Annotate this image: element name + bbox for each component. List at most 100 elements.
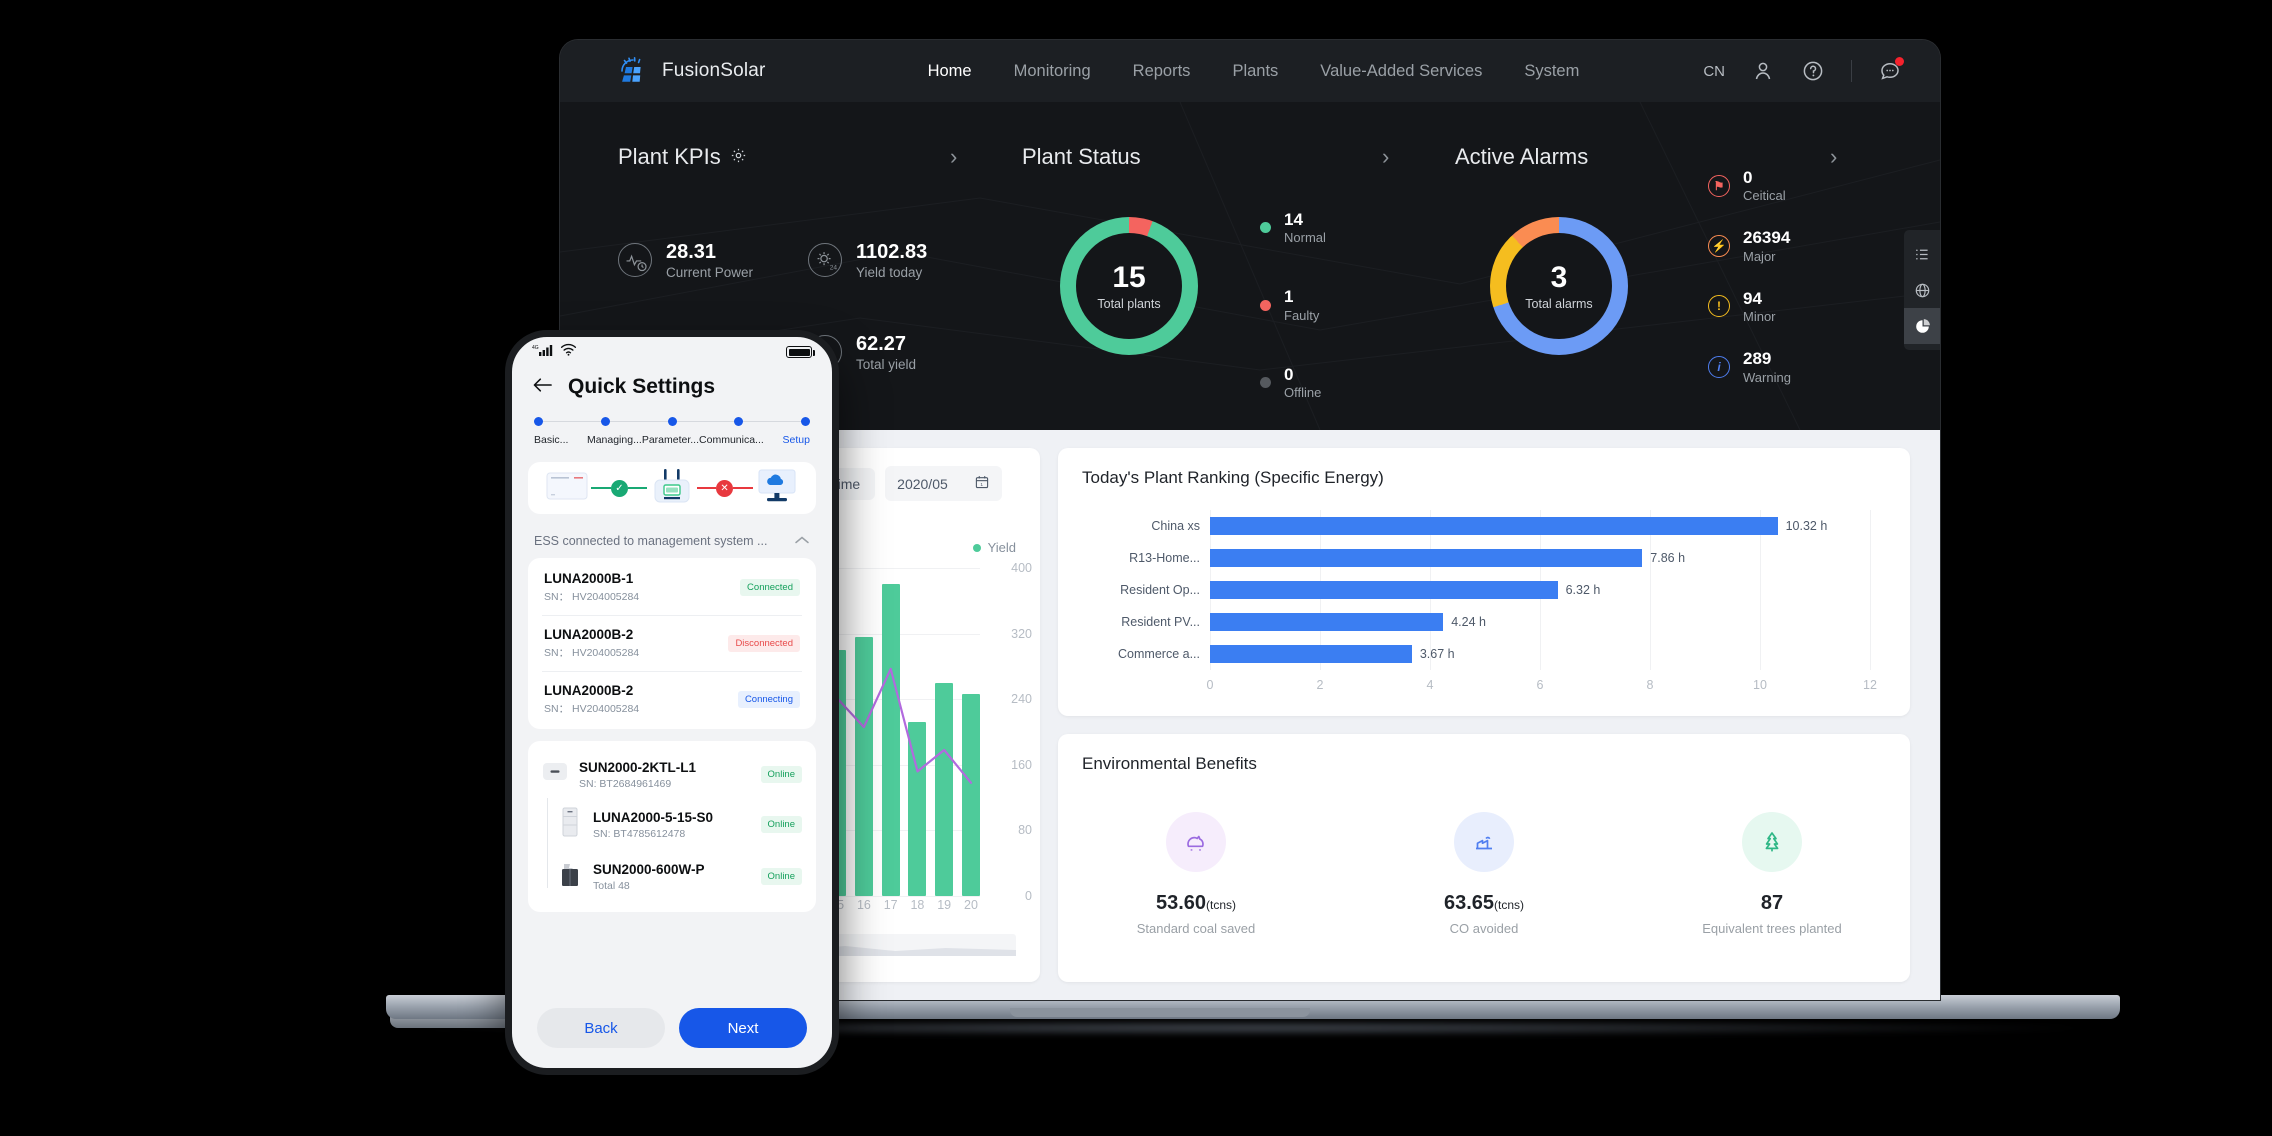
plant-status-more[interactable]: › — [1382, 144, 1389, 170]
list-item[interactable]: SUN2000-2KTL-L1 SN: BT2684961469 Online — [542, 751, 802, 798]
y-axis-tick: 240 — [1011, 692, 1032, 707]
cloud-monitor-icon — [756, 469, 798, 508]
legend-label: Faulty — [1284, 307, 1320, 323]
pie-chart-icon[interactable] — [1904, 308, 1940, 344]
nav-plants[interactable]: Plants — [1230, 58, 1280, 85]
rank-category-label: China xs — [1151, 519, 1200, 533]
rank-category-label: Resident Op... — [1120, 583, 1200, 597]
brand[interactable]: FusionSolar — [616, 54, 766, 88]
rank-category-label: R13-Home... — [1129, 551, 1200, 565]
topology-diagram: ✓ ✕ — [528, 462, 816, 514]
plant-ranking-card: Today's Plant Ranking (Specific Energy) … — [1058, 448, 1910, 716]
legend-item-offline: 0 Offline — [1260, 365, 1326, 400]
back-arrow-icon[interactable] — [532, 376, 554, 399]
nav-home[interactable]: Home — [926, 58, 974, 85]
donut-ring: 3 Total alarms — [1490, 217, 1628, 355]
battery-icon — [786, 346, 815, 358]
y-axis-tick: 400 — [1011, 561, 1032, 575]
env-value: 87 — [1760, 892, 1784, 914]
ess-section-header[interactable]: ESS connected to management system ... — [512, 514, 832, 558]
chevron-up-icon[interactable] — [794, 532, 810, 550]
child-device-list: LUNA2000-5-15-S0 SN: BT4785612478 Online — [542, 798, 802, 902]
sun-24h-icon: 24 — [808, 243, 842, 277]
link-fail: ✕ — [696, 479, 753, 497]
legend-label: Offline — [1284, 385, 1322, 401]
device-sn: SN： HV204005284 — [544, 703, 640, 715]
env-co-avoided: 63.65(tcns) CO avoided — [1399, 812, 1569, 936]
question-circle-icon[interactable] — [1801, 59, 1825, 83]
list-item[interactable]: LUNA2000B-1 SN： HV204005284 Connected — [542, 560, 802, 615]
active-alarms-more[interactable]: › — [1830, 144, 1837, 170]
bar[interactable] — [1210, 581, 1558, 599]
gridline — [1870, 510, 1871, 670]
link-bar — [696, 487, 717, 489]
check-circle-icon: ✓ — [610, 479, 628, 497]
back-button[interactable]: Back — [537, 1008, 665, 1048]
minor-alarm-icon: ! — [1708, 295, 1730, 318]
device-sn: Total 48 — [593, 879, 630, 892]
side-rail — [1904, 230, 1940, 350]
kpi-value: 28.31 — [666, 241, 717, 263]
next-button[interactable]: Next — [679, 1008, 807, 1048]
legend-dot — [1260, 222, 1271, 234]
stepper-track — [534, 417, 810, 426]
device-name: SUN2000-600W-P — [593, 861, 705, 877]
x-axis-tick: 20 — [964, 898, 978, 912]
step-label-parameter: Parameter... — [641, 434, 700, 446]
plant-ranking-title: Today's Plant Ranking (Specific Energy) — [1082, 468, 1384, 487]
stepper-labels: Basic... Managing... Parameter... Commun… — [534, 434, 810, 446]
step-dot-3[interactable] — [667, 417, 677, 426]
bar[interactable] — [1210, 645, 1412, 663]
language-switch[interactable]: CN — [1703, 63, 1725, 80]
step-label-setup: Setup — [782, 434, 810, 446]
app-top-bar: FusionSolar Home Monitoring Reports Plan… — [560, 40, 1940, 102]
user-icon[interactable] — [1751, 59, 1775, 83]
date-picker[interactable]: 2020/05 1 — [885, 466, 1002, 501]
step-dot-4[interactable] — [734, 417, 744, 426]
list-item[interactable]: LUNA2000B-2 SN： HV204005284 Connecting — [542, 671, 802, 727]
phone-page-title: Quick Settings — [568, 375, 716, 398]
nav-value-added-services[interactable]: Value-Added Services — [1318, 58, 1484, 85]
y-axis-tick: 80 — [1018, 823, 1032, 838]
x-axis-tick: 16 — [856, 898, 871, 912]
device-name: LUNA2000-5-15-S0 — [593, 809, 714, 825]
y-axis-tick: 0 — [1025, 889, 1032, 903]
laptop-base-lip — [1010, 1008, 1310, 1017]
env-label: Standard coal saved — [1136, 921, 1256, 936]
list-item[interactable]: LUNA2000B-2 SN： HV204005284 Disconnected — [542, 615, 802, 671]
legend-item-critical: ⚑ 0 Ceitical — [1708, 168, 1791, 203]
list-item[interactable]: LUNA2000-5-15-S0 SN: BT4785612478 Online — [558, 798, 802, 851]
legend-item-normal: 14 Normal — [1260, 210, 1326, 245]
step-seg — [609, 420, 668, 423]
legend-dot — [1260, 299, 1271, 311]
x-axis-tick: 12 — [1863, 678, 1877, 692]
x-axis-tick: 10 — [1753, 678, 1767, 692]
plant-kpis-more[interactable]: › — [950, 144, 957, 170]
list-icon[interactable] — [1904, 236, 1940, 272]
step-dot-1[interactable] — [534, 417, 543, 426]
legend-count: 26394 — [1743, 228, 1791, 248]
main-nav: Home Monitoring Reports Plants Value-Add… — [926, 58, 1582, 85]
donut-center: 3 Total alarms — [1506, 233, 1612, 339]
chat-bubble-icon[interactable] — [1878, 57, 1904, 83]
step-seg — [676, 420, 735, 423]
kpi-current-power: 28.31 Current Power — [618, 240, 808, 280]
device-sn: SN： HV204005284 — [544, 647, 640, 659]
legend-label: Major — [1743, 248, 1776, 264]
gear-icon[interactable] — [730, 144, 747, 170]
bar[interactable] — [1210, 549, 1643, 567]
bar[interactable] — [1210, 517, 1778, 535]
active-alarms-legend: ⚑ 0 Ceitical ⚡ 26394 Major ! 94 Minor i … — [1708, 168, 1791, 385]
list-item[interactable]: SUN2000-600W-P Total 48 Online — [558, 851, 802, 902]
legend-label: Yield — [987, 540, 1016, 555]
step-dot-5[interactable] — [801, 417, 810, 426]
nav-reports[interactable]: Reports — [1131, 58, 1193, 85]
globe-icon[interactable] — [1904, 272, 1940, 308]
legend-dot — [972, 543, 981, 552]
nav-monitoring[interactable]: Monitoring — [1012, 58, 1093, 85]
bar[interactable] — [1210, 613, 1444, 631]
nav-system[interactable]: System — [1522, 58, 1581, 85]
ess-section-title: ESS connected to management system ... — [534, 534, 768, 548]
device-name: LUNA2000B-2 — [544, 627, 634, 642]
step-dot-2[interactable] — [600, 417, 610, 426]
